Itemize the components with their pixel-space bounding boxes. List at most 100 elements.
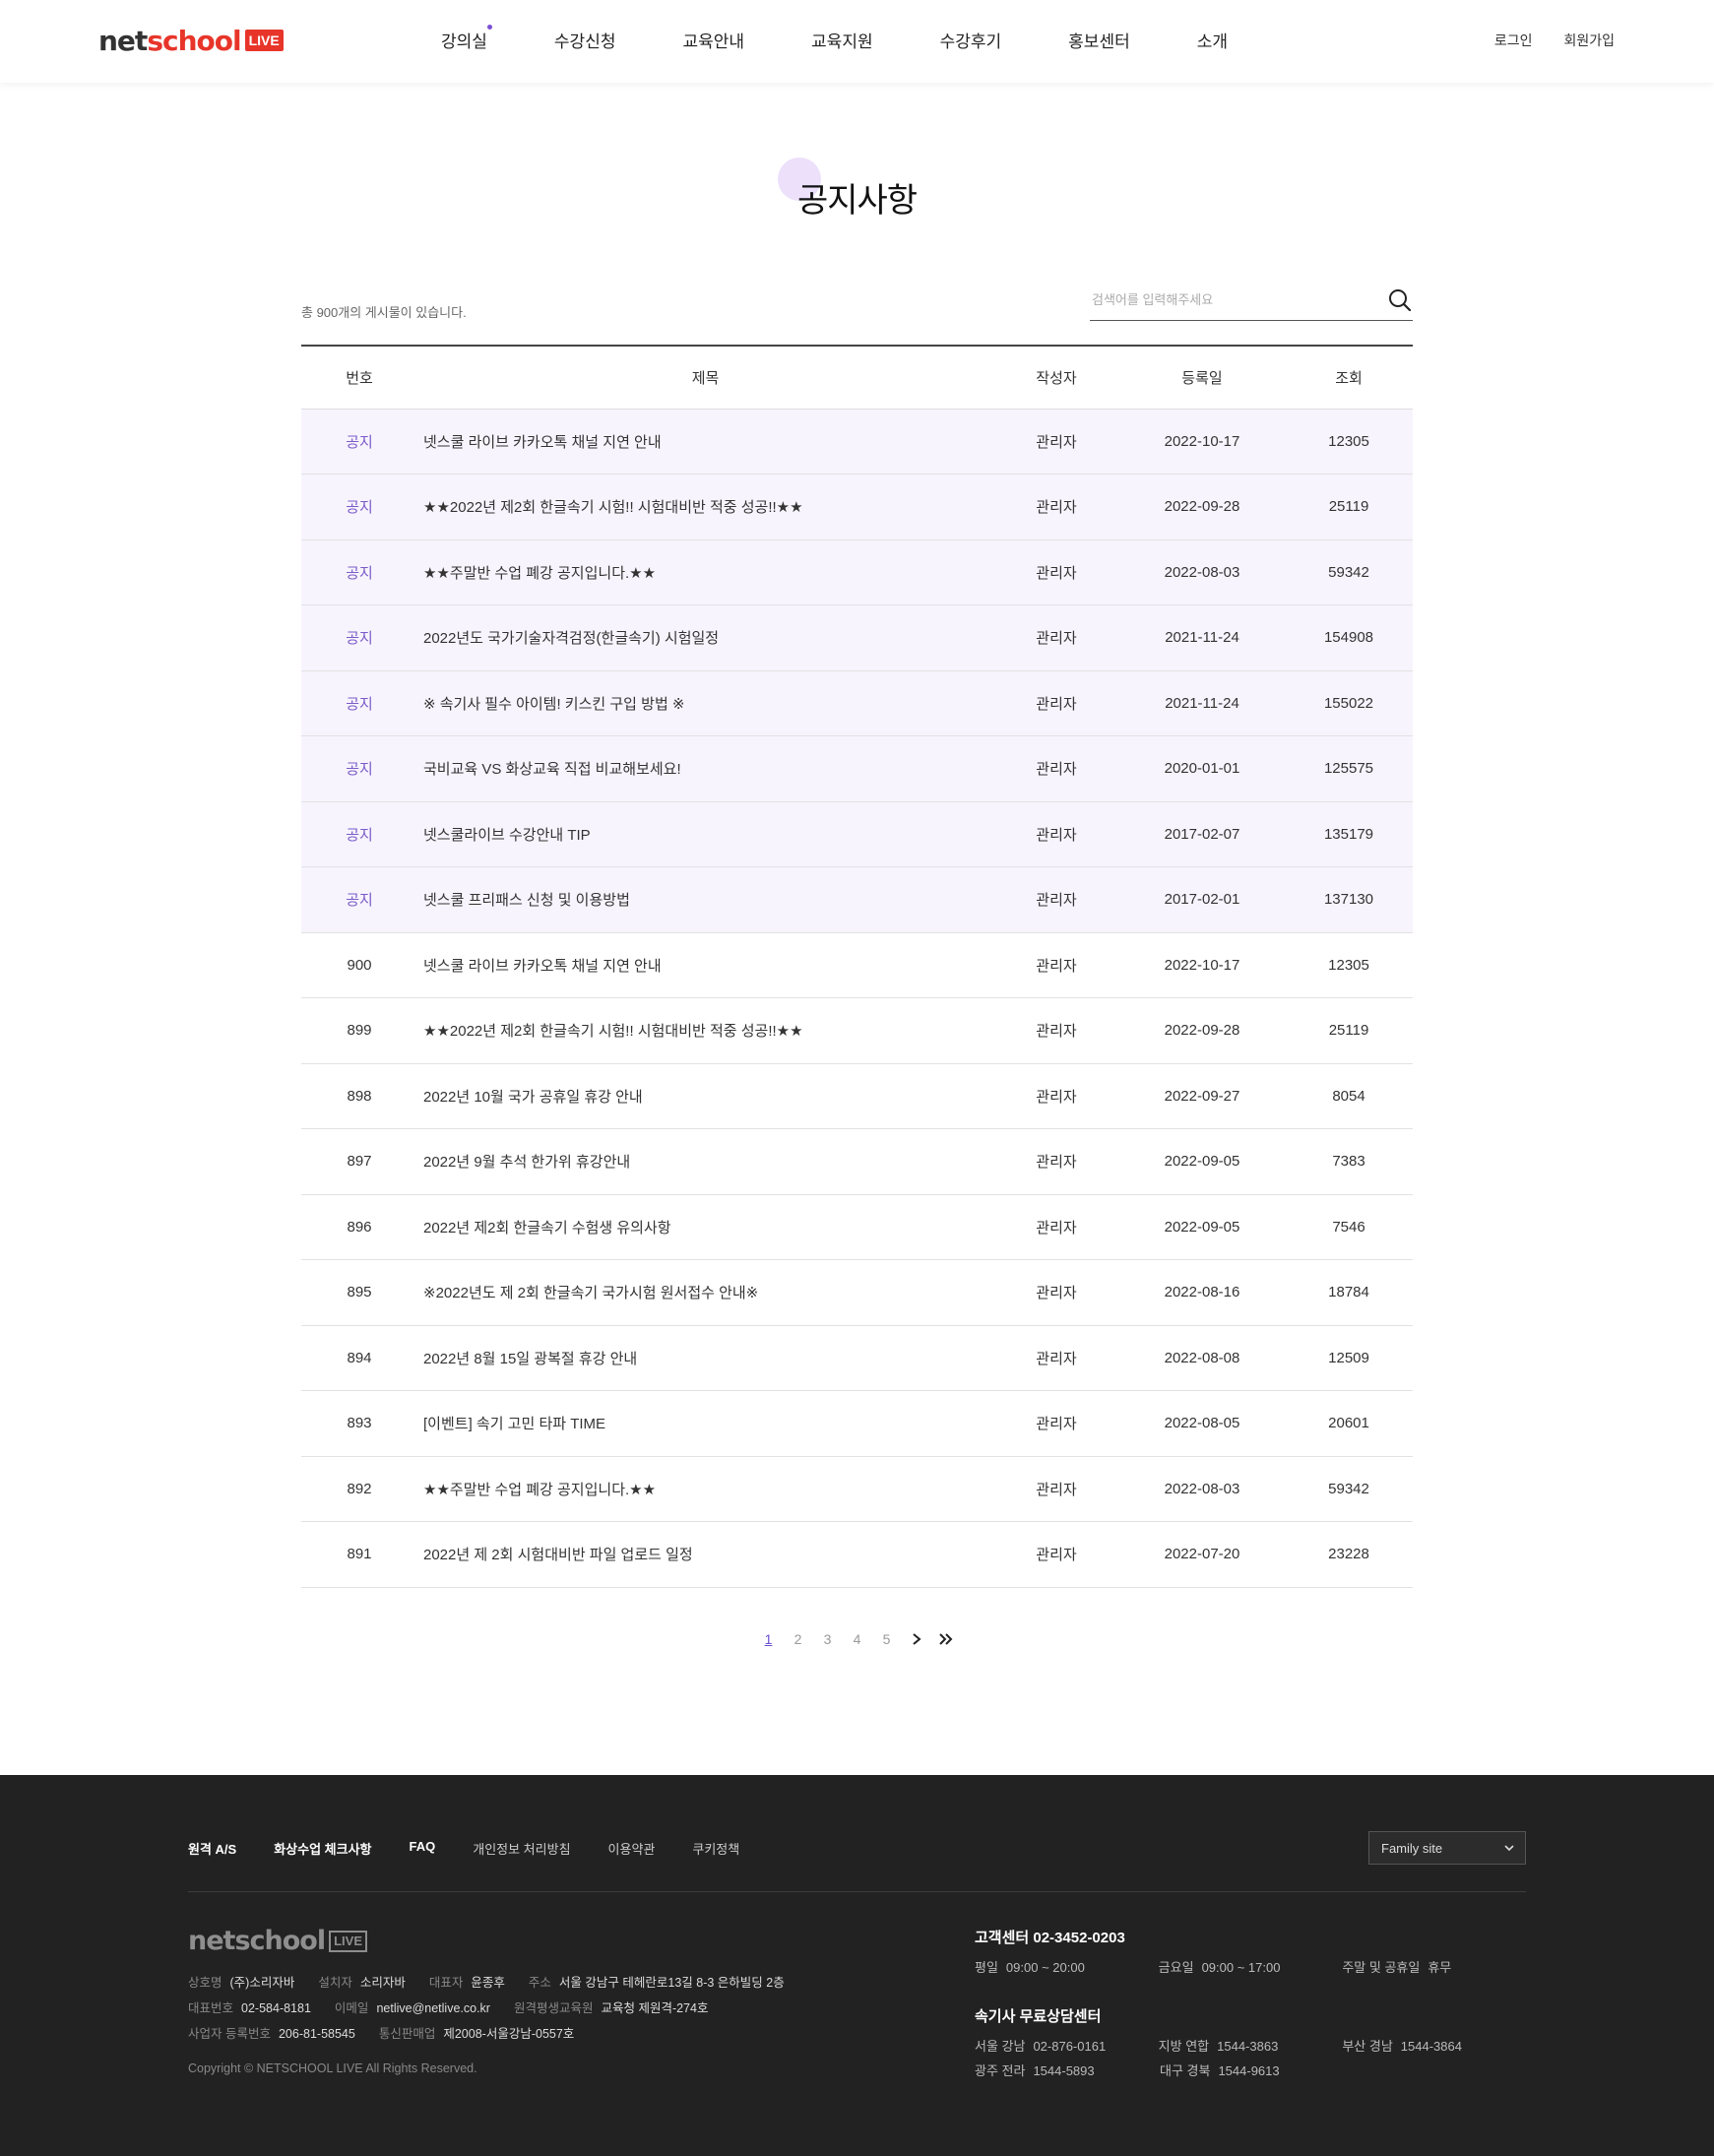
cell-no: 공지	[301, 474, 417, 540]
post-title-link[interactable]: ★★주말반 수업 폐강 공지입니다.★★	[423, 565, 656, 582]
cs-value: 09:00 ~ 20:00	[1005, 1960, 1085, 1975]
info-value: 206-81-58545	[278, 2027, 355, 2041]
table-row[interactable]: 892 ★★주말반 수업 폐강 공지입니다.★★ 관리자 2022-08-03 5934…	[301, 1456, 1413, 1522]
page-number[interactable]: 1	[754, 1631, 784, 1647]
post-title-link[interactable]: 2022년 제2회 한글속기 수험생 유의사항	[423, 1220, 671, 1237]
notice-row[interactable]: 공지 넷스쿨 프리패스 신청 및 이용방법 관리자 2017-02-01 137130	[301, 866, 1413, 933]
post-title-link[interactable]: ★★2022년 제2회 한글속기 시험!! 시험대비반 적중 성공!!★★	[423, 499, 803, 516]
page-number[interactable]: 3	[813, 1631, 843, 1647]
cs-hours: 평일 09:00 ~ 20:00 금요일 09:00 ~ 17:00 주말 및 공휴일 휴…	[975, 1957, 1526, 1976]
search-input[interactable]	[1090, 282, 1365, 317]
page-number[interactable]: 4	[843, 1631, 872, 1647]
post-title-link[interactable]: 넷스쿨 프리패스 신청 및 이용방법	[423, 892, 630, 909]
cell-writer: 관리자	[993, 932, 1119, 998]
post-title-link[interactable]: ★★주말반 수업 폐강 공지입니다.★★	[423, 1482, 656, 1498]
cs-item: 주말 및 공휴일 휴무	[1342, 1957, 1526, 1976]
cs-key: 대구 경북	[1160, 2063, 1211, 2078]
cs-key: 광주 전라	[975, 2063, 1026, 2078]
footer-divider	[188, 1891, 1526, 1892]
post-title-link[interactable]: ★★2022년 제2회 한글속기 시험!! 시험대비반 적중 성공!!★★	[423, 1023, 803, 1040]
table-row[interactable]: 893 [이벤트] 속기 고민 타파 TIME 관리자 2022-08-05 20601	[301, 1390, 1413, 1457]
cell-title: 넷스쿨 프리패스 신청 및 이용방법	[417, 866, 993, 933]
cell-title: ★★2022년 제2회 한글속기 시험!! 시험대비반 적중 성공!!★★	[417, 474, 993, 540]
info-value: (주)소리자바	[229, 1976, 295, 1990]
cell-date: 2022-09-28	[1119, 474, 1285, 540]
notice-row[interactable]: 공지 넷스쿨라이브 수강안내 TIP 관리자 2017-02-07 135179	[301, 801, 1413, 867]
info-key: 주소	[528, 1976, 551, 1990]
footer-link[interactable]: 이용약관	[608, 1839, 656, 1858]
table-row[interactable]: 900 넷스쿨 라이브 카카오톡 채널 지연 안내 관리자 2022-10-17 123…	[301, 932, 1413, 998]
signup-link[interactable]: 회원가입	[1563, 31, 1615, 50]
post-title-link[interactable]: [이벤트] 속기 고민 타파 TIME	[423, 1416, 605, 1432]
notice-row[interactable]: 공지 2022년도 국가기술자격검정(한글속기) 시험일정 관리자 2021-11-2…	[301, 604, 1413, 671]
post-title-link[interactable]: ※2022년도 제 2회 한글속기 국가시험 원서접수 안내※	[423, 1285, 758, 1301]
footer-link[interactable]: 화상수업 체크사항	[274, 1839, 371, 1858]
post-title-link[interactable]: 넷스쿨라이브 수강안내 TIP	[423, 827, 591, 844]
notice-row[interactable]: 공지 넷스쿨 라이브 카카오톡 채널 지연 안내 관리자 2022-10-17 1230…	[301, 409, 1413, 475]
footer-link[interactable]: 쿠키정책	[692, 1839, 739, 1858]
post-title-link[interactable]: 넷스쿨 라이브 카카오톡 채널 지연 안내	[423, 958, 662, 975]
cell-title: 넷스쿨라이브 수강안내 TIP	[417, 801, 993, 867]
nav-item[interactable]: 교육지원	[811, 28, 873, 52]
footer-link[interactable]: 원격 A/S	[188, 1839, 236, 1858]
nav-item[interactable]: 강의실	[441, 25, 492, 52]
cell-date: 2022-09-28	[1119, 997, 1285, 1064]
footer-logo-wordmark: netschool	[188, 1926, 326, 1956]
table-row[interactable]: 894 2022년 8월 15일 광복절 휴강 안내 관리자 2022-08-08 12…	[301, 1325, 1413, 1391]
info-line: 상호명 (주)소리자바 설치자 소리자바 대표자 윤종후 주소 서울 강남구 테헤란로13길 …	[188, 1970, 808, 1996]
cs-key: 주말 및 공휴일	[1342, 1960, 1421, 1975]
cell-writer: 관리자	[993, 474, 1119, 540]
footer-link[interactable]: FAQ	[410, 1839, 436, 1858]
table-row[interactable]: 896 2022년 제2회 한글속기 수험생 유의사항 관리자 2022-09-05 7…	[301, 1194, 1413, 1260]
page-number[interactable]: 5	[872, 1631, 902, 1647]
cell-views: 135179	[1285, 801, 1413, 867]
cell-no: 893	[301, 1390, 417, 1457]
cell-writer: 관리자	[993, 1325, 1119, 1391]
cs-item: 부산 경남 1544-3864	[1342, 2036, 1526, 2055]
cell-views: 154908	[1285, 604, 1413, 671]
post-title-link[interactable]: ※ 속기사 필수 아이템! 키스킨 구입 방법 ※	[423, 696, 684, 713]
post-title-link[interactable]: 2022년도 국가기술자격검정(한글속기) 시험일정	[423, 630, 719, 647]
cell-date: 2022-07-20	[1119, 1521, 1285, 1588]
nav-item[interactable]: 교육안내	[682, 28, 744, 52]
cs-value: 휴무	[1428, 1960, 1452, 1975]
search-icon[interactable]	[1387, 287, 1413, 313]
notice-row[interactable]: 공지 국비교육 VS 화상교육 직접 비교해보세요! 관리자 2020-01-01 12…	[301, 735, 1413, 802]
total-count: 총 900개의 게시물이 있습니다.	[301, 305, 467, 320]
table-row[interactable]: 891 2022년 제 2회 시험대비반 파일 업로드 일정 관리자 2022-07-…	[301, 1521, 1413, 1588]
nav-item[interactable]: 홍보센터	[1068, 28, 1130, 52]
page-number[interactable]: 2	[784, 1631, 813, 1647]
info-value: 소리자바	[359, 1976, 406, 1990]
table-row[interactable]: 898 2022년 10월 국가 공휴일 휴강 안내 관리자 2022-09-27 80…	[301, 1063, 1413, 1129]
cell-title: ★★2022년 제2회 한글속기 시험!! 시험대비반 적중 성공!!★★	[417, 997, 993, 1064]
consult-row-2: 광주 전라 1544-5893 대구 경북 1544-9613	[975, 2061, 1526, 2079]
login-link[interactable]: 로그인	[1494, 31, 1533, 50]
notice-row[interactable]: 공지 ★★주말반 수업 폐강 공지입니다.★★ 관리자 2022-08-03 59342	[301, 539, 1413, 605]
cell-title: 2022년 9월 추석 한가위 휴강안내	[417, 1128, 993, 1195]
footer-link[interactable]: 개인정보 처리방침	[473, 1839, 570, 1858]
table-row[interactable]: 897 2022년 9월 추석 한가위 휴강안내 관리자 2022-09-05 7383	[301, 1128, 1413, 1195]
post-title-link[interactable]: 넷스쿨 라이브 카카오톡 채널 지연 안내	[423, 434, 662, 451]
post-title-link[interactable]: 2022년 제 2회 시험대비반 파일 업로드 일정	[423, 1547, 693, 1563]
table-row[interactable]: 895 ※2022년도 제 2회 한글속기 국가시험 원서접수 안내※ 관리자 202…	[301, 1259, 1413, 1326]
cell-date: 2017-02-01	[1119, 866, 1285, 933]
nav-item[interactable]: 소개	[1197, 28, 1228, 52]
nav-item[interactable]: 수강후기	[940, 28, 1002, 52]
post-title-link[interactable]: 2022년 8월 15일 광복절 휴강 안내	[423, 1351, 637, 1367]
post-title-link[interactable]: 2022년 10월 국가 공휴일 휴강 안내	[423, 1089, 643, 1106]
double-chevron-right-icon[interactable]	[931, 1629, 961, 1649]
cs-value: 1544-9613	[1218, 2063, 1280, 2078]
site-header: netschool LIVE 강의실 수강신청 교육안내 교육지원 수강후기 홍보센터 소개…	[0, 0, 1714, 83]
nav-item[interactable]: 수강신청	[554, 28, 616, 52]
family-site-select[interactable]: Family site	[1368, 1831, 1526, 1865]
cell-views: 18784	[1285, 1259, 1413, 1326]
table-row[interactable]: 899 ★★2022년 제2회 한글속기 시험!! 시험대비반 적중 성공!!★★…	[301, 997, 1413, 1064]
chevron-right-icon[interactable]	[902, 1629, 931, 1649]
cell-views: 25119	[1285, 474, 1413, 540]
post-title-link[interactable]: 2022년 9월 추석 한가위 휴강안내	[423, 1154, 630, 1171]
footer-logo-live-badge: LIVE	[329, 1930, 367, 1952]
notice-row[interactable]: 공지 ★★2022년 제2회 한글속기 시험!! 시험대비반 적중 성공!!★★ 관…	[301, 474, 1413, 540]
site-logo[interactable]: netschool LIVE	[98, 25, 284, 57]
post-title-link[interactable]: 국비교육 VS 화상교육 직접 비교해보세요!	[423, 761, 681, 778]
notice-row[interactable]: 공지 ※ 속기사 필수 아이템! 키스킨 구입 방법 ※ 관리자 2021-11-24…	[301, 670, 1413, 736]
